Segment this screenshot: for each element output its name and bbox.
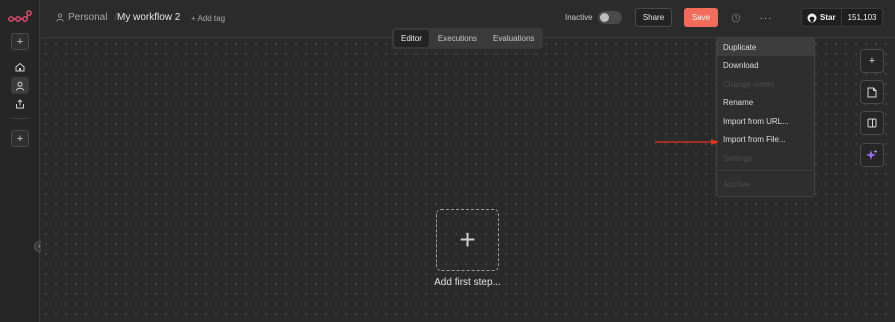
menu-item-archive: Archive (723, 179, 750, 189)
github-star-label-wrap: Star (802, 9, 842, 26)
workflow-canvas[interactable]: Editor Executions Evaluations Duplicate … (41, 28, 895, 322)
plus-icon: + (16, 35, 24, 48)
menu-item-rename[interactable]: Rename (717, 93, 814, 111)
add-project-button[interactable]: + (11, 130, 29, 147)
workflow-options-menu: Duplicate Download Change owner Rename I… (716, 37, 815, 197)
share-button[interactable]: Share (635, 8, 672, 27)
sidebar-item-overview[interactable] (11, 58, 29, 75)
history-button[interactable] (728, 10, 744, 26)
add-sticky-note-button[interactable] (860, 80, 884, 104)
open-nodes-panel-button[interactable]: + (860, 49, 884, 73)
project-name: Personal (68, 12, 108, 23)
tab-editor[interactable]: Editor (394, 30, 429, 47)
sparkles-icon (866, 149, 878, 160)
sidebar: + + › (0, 0, 45, 322)
workflow-title[interactable]: My workflow 2 (117, 12, 180, 23)
plus-icon: + (459, 224, 476, 255)
breadcrumb[interactable]: Personal / (56, 12, 117, 23)
share-icon (16, 98, 24, 108)
menu-item-import-url[interactable]: Import from URL... (717, 112, 814, 130)
history-icon (731, 13, 741, 23)
github-star-label: Star (820, 13, 836, 22)
create-button[interactable]: + (11, 33, 29, 50)
sidebar-item-personal[interactable] (11, 77, 29, 94)
sidebar-item-shared[interactable] (11, 95, 29, 112)
user-icon (56, 13, 64, 22)
plus-icon: + (16, 132, 24, 145)
github-icon (807, 13, 817, 22)
github-star-count: 151,103 (847, 13, 877, 22)
panel-icon (867, 118, 877, 128)
plus-icon: + (868, 55, 876, 67)
sidebar-divider (11, 118, 29, 119)
view-tabs: Editor Executions Evaluations (392, 28, 544, 49)
n8n-logo-icon[interactable] (8, 10, 32, 24)
toggle-knob (600, 13, 609, 22)
status-label: Inactive (565, 13, 593, 22)
menu-item-change-owner: Change owner (723, 79, 776, 89)
home-icon (15, 62, 25, 71)
menu-item-settings: Settings (723, 153, 752, 163)
github-star-button[interactable]: Star 151,103 (801, 8, 883, 27)
ai-assistant-button[interactable] (860, 143, 884, 167)
menu-separator (717, 170, 814, 171)
user-icon (16, 81, 24, 91)
annotation-arrow-icon (655, 139, 719, 145)
tab-evaluations[interactable]: Evaluations (486, 30, 541, 47)
active-toggle[interactable] (598, 11, 622, 24)
add-tag-button[interactable]: + Add tag (191, 14, 225, 23)
toggle-panel-button[interactable] (860, 111, 884, 135)
sticky-note-icon (867, 87, 877, 97)
add-first-step-button[interactable]: + (436, 209, 499, 271)
tab-executions[interactable]: Executions (431, 30, 484, 47)
menu-item-duplicate[interactable]: Duplicate (717, 38, 814, 56)
menu-item-import-file[interactable]: Import from File... (717, 130, 814, 148)
add-first-step-label: Add first step... (434, 277, 501, 288)
menu-item-download[interactable]: Download (717, 56, 814, 74)
more-options-button[interactable]: ··· (758, 10, 774, 26)
save-button[interactable]: Save (684, 8, 718, 27)
